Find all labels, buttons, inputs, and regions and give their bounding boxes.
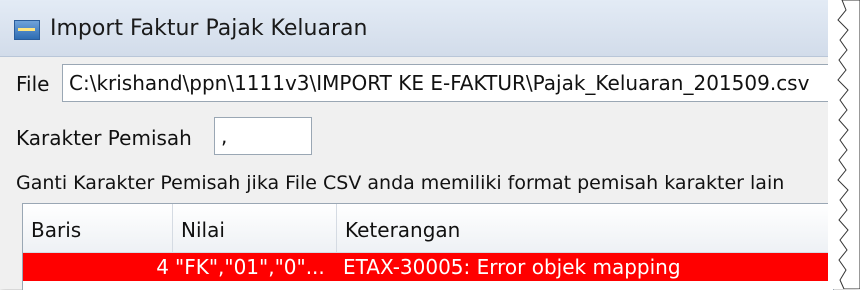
import-result-table: Baris Nilai Keterangan 4 "FK","01","0"..… xyxy=(22,203,834,290)
cell-keterangan: ETAX-30005: Error objek mapping xyxy=(343,255,681,279)
table-header: Baris Nilai Keterangan xyxy=(23,204,833,253)
file-label: File xyxy=(16,72,50,96)
separator-field[interactable]: , xyxy=(214,117,312,155)
torn-edge xyxy=(828,0,860,289)
column-header-baris[interactable]: Baris xyxy=(23,204,173,252)
tax-app-icon xyxy=(14,20,40,40)
import-dialog: Import Faktur Pajak Keluaran File C:\kri… xyxy=(0,0,860,290)
separator-label: Karakter Pemisah xyxy=(16,126,192,150)
cell-baris: 4 xyxy=(156,255,169,279)
separator-hint: Ganti Karakter Pemisah jika File CSV and… xyxy=(16,172,785,194)
table-row[interactable]: 4 "FK","01","0"... ETAX-30005: Error obj… xyxy=(23,253,833,281)
cell-nilai: "FK","01","0"... xyxy=(175,255,325,279)
file-path-field[interactable]: C:\krishand\ppn\1111v3\IMPORT KE E-FAKTU… xyxy=(62,64,832,102)
column-header-nilai[interactable]: Nilai xyxy=(173,204,337,252)
title-bar[interactable]: Import Faktur Pajak Keluaran xyxy=(0,0,860,57)
window-title: Import Faktur Pajak Keluaran xyxy=(50,16,368,41)
column-header-keterangan[interactable]: Keterangan xyxy=(337,204,833,252)
